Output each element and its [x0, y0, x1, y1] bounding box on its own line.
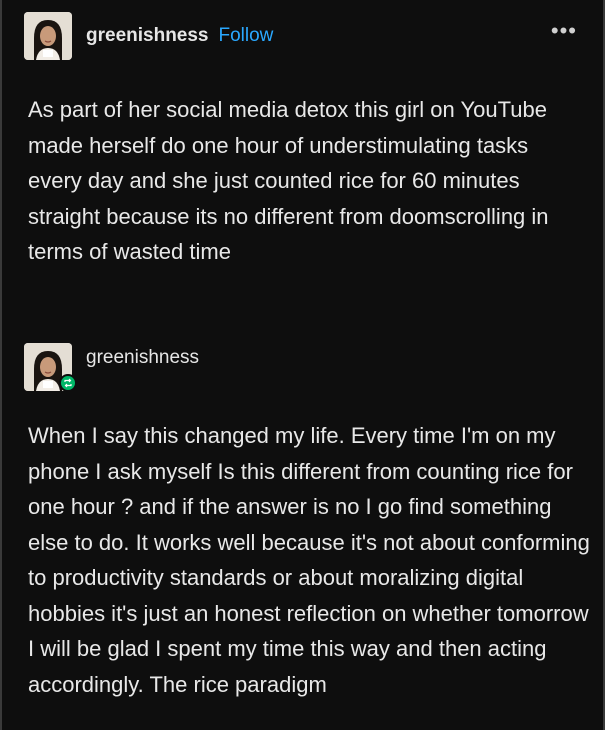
reblog-body-text: When I say this changed my life. Every t… [28, 423, 590, 697]
more-options-icon[interactable]: ••• [551, 20, 577, 42]
avatar[interactable] [24, 12, 72, 60]
post-username[interactable]: greenishness [86, 25, 209, 47]
reblog-header: greenishness [24, 343, 199, 392]
avatar-image [24, 12, 72, 60]
post-card: greenishness Follow ••• As part of her s… [0, 0, 605, 730]
post-header: greenishness Follow [24, 12, 273, 60]
follow-button[interactable]: Follow [219, 25, 274, 47]
reblog-icon [59, 374, 77, 392]
post-body-text: As part of her social media detox this g… [28, 97, 549, 264]
reblog-username[interactable]: greenishness [86, 347, 199, 369]
